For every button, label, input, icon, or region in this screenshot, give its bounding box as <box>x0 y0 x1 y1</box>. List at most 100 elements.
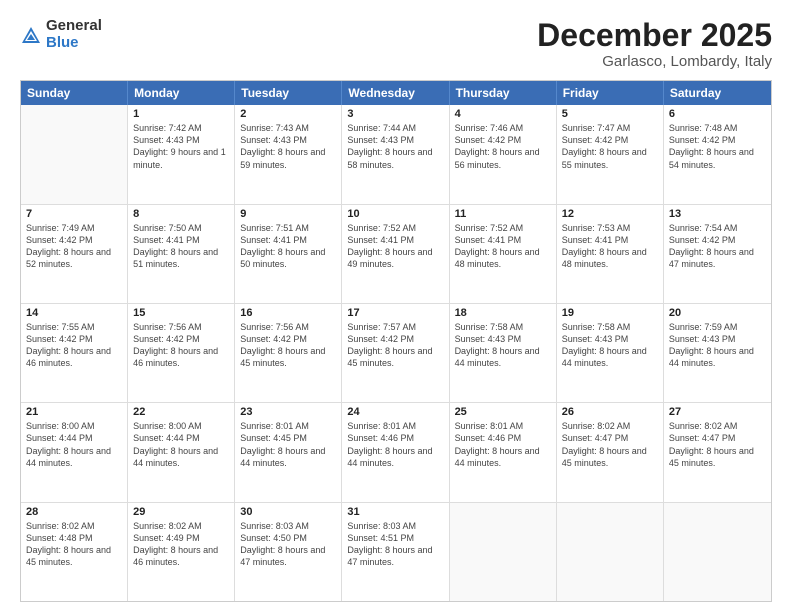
cell-info: Sunrise: 7:57 AM Sunset: 4:42 PM Dayligh… <box>347 321 443 370</box>
calendar-cell: 26 Sunrise: 8:02 AM Sunset: 4:47 PM Dayli… <box>557 403 664 501</box>
day-number: 25 <box>455 406 551 418</box>
cell-info: Sunrise: 8:02 AM Sunset: 4:49 PM Dayligh… <box>133 520 229 569</box>
calendar-header: Sunday Monday Tuesday Wednesday Thursday… <box>21 81 771 105</box>
day-number: 26 <box>562 406 658 418</box>
day-number: 29 <box>133 506 229 518</box>
day-number: 31 <box>347 506 443 518</box>
page: General Blue December 2025 Garlasco, Lom… <box>0 0 792 612</box>
header-friday: Friday <box>557 81 664 105</box>
day-number: 27 <box>669 406 766 418</box>
calendar-cell: 12Sunrise: 7:53 AM Sunset: 4:41 PM Dayli… <box>557 205 664 303</box>
day-number: 10 <box>347 208 443 220</box>
cell-info: Sunrise: 7:56 AM Sunset: 4:42 PM Dayligh… <box>133 321 229 370</box>
day-number: 19 <box>562 307 658 319</box>
cell-info: Sunrise: 8:01 AM Sunset: 4:45 PM Dayligh… <box>240 420 336 469</box>
calendar-cell <box>557 503 664 601</box>
cell-info: Sunrise: 7:58 AM Sunset: 4:43 PM Dayligh… <box>562 321 658 370</box>
calendar-cell: 25 Sunrise: 8:01 AM Sunset: 4:46 PM Dayli… <box>450 403 557 501</box>
header-sunday: Sunday <box>21 81 128 105</box>
cell-info: Sunrise: 7:51 AM Sunset: 4:41 PM Dayligh… <box>240 222 336 271</box>
calendar-cell: 23 Sunrise: 8:01 AM Sunset: 4:45 PM Dayli… <box>235 403 342 501</box>
header: General Blue December 2025 Garlasco, Lom… <box>20 18 772 70</box>
cell-info: Sunrise: 8:01 AM Sunset: 4:46 PM Dayligh… <box>455 420 551 469</box>
day-number: 28 <box>26 506 122 518</box>
logo-text: General Blue <box>46 18 102 51</box>
calendar-cell: 17Sunrise: 7:57 AM Sunset: 4:42 PM Dayli… <box>342 304 449 402</box>
calendar-cell: 6 Sunrise: 7:48 AM Sunset: 4:42 PM Daylig… <box>664 105 771 203</box>
calendar-cell: 8Sunrise: 7:50 AM Sunset: 4:41 PM Daylig… <box>128 205 235 303</box>
month-title: December 2025 <box>537 18 772 53</box>
title-block: December 2025 Garlasco, Lombardy, Italy <box>537 18 772 70</box>
calendar-week-5: 28Sunrise: 8:02 AM Sunset: 4:48 PM Dayli… <box>21 502 771 601</box>
header-thursday: Thursday <box>450 81 557 105</box>
day-number: 11 <box>455 208 551 220</box>
logo-general-label: General <box>46 18 102 35</box>
calendar-body: 1Sunrise: 7:42 AM Sunset: 4:43 PM Daylig… <box>21 105 771 601</box>
calendar-cell: 28Sunrise: 8:02 AM Sunset: 4:48 PM Dayli… <box>21 503 128 601</box>
header-tuesday: Tuesday <box>235 81 342 105</box>
calendar-cell <box>450 503 557 601</box>
calendar-cell: 2 Sunrise: 7:43 AM Sunset: 4:43 PM Daylig… <box>235 105 342 203</box>
logo-blue-label: Blue <box>46 35 102 52</box>
day-number: 30 <box>240 506 336 518</box>
day-number: 20 <box>669 307 766 319</box>
cell-info: Sunrise: 7:53 AM Sunset: 4:41 PM Dayligh… <box>562 222 658 271</box>
day-number: 22 <box>133 406 229 418</box>
calendar: Sunday Monday Tuesday Wednesday Thursday… <box>20 80 772 602</box>
day-number: 18 <box>455 307 551 319</box>
day-number: 5 <box>562 108 658 120</box>
calendar-cell: 5 Sunrise: 7:47 AM Sunset: 4:42 PM Daylig… <box>557 105 664 203</box>
day-number: 2 <box>240 108 336 120</box>
calendar-cell: 4 Sunrise: 7:46 AM Sunset: 4:42 PM Daylig… <box>450 105 557 203</box>
calendar-cell: 31 Sunrise: 8:03 AM Sunset: 4:51 PM Dayli… <box>342 503 449 601</box>
day-number: 6 <box>669 108 766 120</box>
day-number: 1 <box>133 108 229 120</box>
cell-info: Sunrise: 7:48 AM Sunset: 4:42 PM Dayligh… <box>669 122 766 171</box>
cell-info: Sunrise: 7:52 AM Sunset: 4:41 PM Dayligh… <box>347 222 443 271</box>
day-number: 21 <box>26 406 122 418</box>
cell-info: Sunrise: 7:50 AM Sunset: 4:41 PM Dayligh… <box>133 222 229 271</box>
calendar-cell: 27 Sunrise: 8:02 AM Sunset: 4:47 PM Dayli… <box>664 403 771 501</box>
calendar-cell: 13Sunrise: 7:54 AM Sunset: 4:42 PM Dayli… <box>664 205 771 303</box>
calendar-cell: 29 Sunrise: 8:02 AM Sunset: 4:49 PM Dayli… <box>128 503 235 601</box>
cell-info: Sunrise: 7:58 AM Sunset: 4:43 PM Dayligh… <box>455 321 551 370</box>
day-number: 15 <box>133 307 229 319</box>
day-number: 9 <box>240 208 336 220</box>
calendar-week-1: 1Sunrise: 7:42 AM Sunset: 4:43 PM Daylig… <box>21 105 771 203</box>
calendar-cell <box>664 503 771 601</box>
logo: General Blue <box>20 18 102 51</box>
day-number: 7 <box>26 208 122 220</box>
calendar-cell: 15 Sunrise: 7:56 AM Sunset: 4:42 PM Dayli… <box>128 304 235 402</box>
cell-info: Sunrise: 8:01 AM Sunset: 4:46 PM Dayligh… <box>347 420 443 469</box>
calendar-week-4: 21 Sunrise: 8:00 AM Sunset: 4:44 PM Dayli… <box>21 402 771 501</box>
cell-info: Sunrise: 8:02 AM Sunset: 4:47 PM Dayligh… <box>669 420 766 469</box>
cell-info: Sunrise: 8:00 AM Sunset: 4:44 PM Dayligh… <box>26 420 122 469</box>
header-wednesday: Wednesday <box>342 81 449 105</box>
cell-info: Sunrise: 7:52 AM Sunset: 4:41 PM Dayligh… <box>455 222 551 271</box>
day-number: 13 <box>669 208 766 220</box>
day-number: 3 <box>347 108 443 120</box>
cell-info: Sunrise: 7:46 AM Sunset: 4:42 PM Dayligh… <box>455 122 551 171</box>
calendar-cell: 1Sunrise: 7:42 AM Sunset: 4:43 PM Daylig… <box>128 105 235 203</box>
day-number: 4 <box>455 108 551 120</box>
calendar-cell: 9 Sunrise: 7:51 AM Sunset: 4:41 PM Daylig… <box>235 205 342 303</box>
calendar-cell: 3 Sunrise: 7:44 AM Sunset: 4:43 PM Daylig… <box>342 105 449 203</box>
calendar-cell <box>21 105 128 203</box>
day-number: 23 <box>240 406 336 418</box>
cell-info: Sunrise: 7:47 AM Sunset: 4:42 PM Dayligh… <box>562 122 658 171</box>
cell-info: Sunrise: 7:43 AM Sunset: 4:43 PM Dayligh… <box>240 122 336 171</box>
cell-info: Sunrise: 8:00 AM Sunset: 4:44 PM Dayligh… <box>133 420 229 469</box>
location: Garlasco, Lombardy, Italy <box>537 53 772 70</box>
cell-info: Sunrise: 8:02 AM Sunset: 4:47 PM Dayligh… <box>562 420 658 469</box>
calendar-cell: 7 Sunrise: 7:49 AM Sunset: 4:42 PM Daylig… <box>21 205 128 303</box>
logo-icon <box>20 25 42 47</box>
cell-info: Sunrise: 8:03 AM Sunset: 4:51 PM Dayligh… <box>347 520 443 569</box>
header-saturday: Saturday <box>664 81 771 105</box>
cell-info: Sunrise: 8:03 AM Sunset: 4:50 PM Dayligh… <box>240 520 336 569</box>
cell-info: Sunrise: 7:59 AM Sunset: 4:43 PM Dayligh… <box>669 321 766 370</box>
day-number: 14 <box>26 307 122 319</box>
calendar-cell: 21 Sunrise: 8:00 AM Sunset: 4:44 PM Dayli… <box>21 403 128 501</box>
cell-info: Sunrise: 7:44 AM Sunset: 4:43 PM Dayligh… <box>347 122 443 171</box>
calendar-cell: 10 Sunrise: 7:52 AM Sunset: 4:41 PM Dayli… <box>342 205 449 303</box>
cell-info: Sunrise: 7:49 AM Sunset: 4:42 PM Dayligh… <box>26 222 122 271</box>
